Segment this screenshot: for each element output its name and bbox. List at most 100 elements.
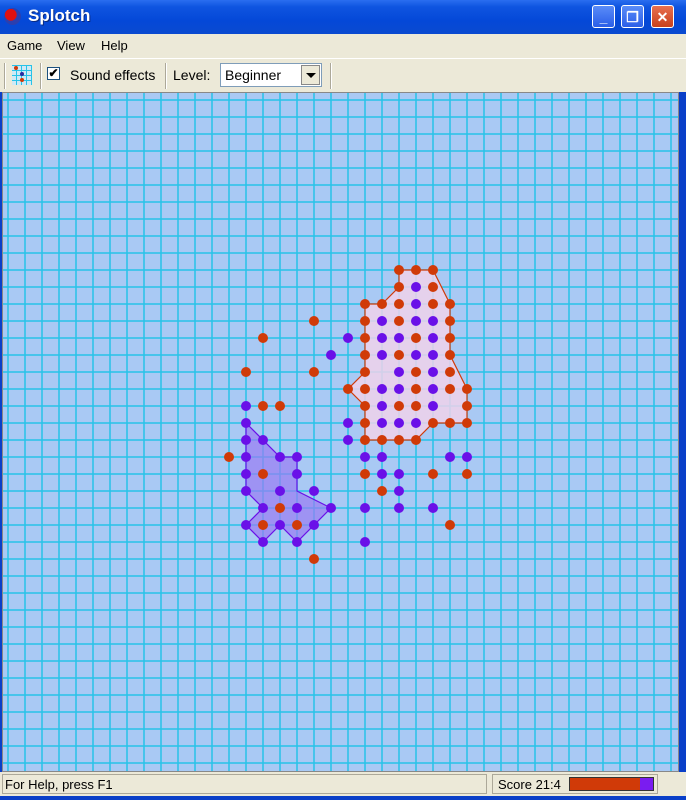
red-piece — [445, 520, 455, 530]
sound-effects-label[interactable]: Sound effects — [70, 67, 155, 83]
red-piece — [292, 520, 302, 530]
level-label: Level: — [173, 67, 211, 83]
red-piece — [258, 520, 268, 530]
purple-piece — [394, 486, 404, 496]
red-piece — [445, 418, 455, 428]
menu-help[interactable]: Help — [101, 38, 128, 53]
red-piece — [411, 435, 421, 445]
red-piece — [224, 452, 234, 462]
sound-effects-checkbox[interactable]: ✔ — [47, 67, 60, 80]
purple-piece — [411, 350, 421, 360]
red-piece — [394, 435, 404, 445]
purple-piece — [292, 503, 302, 513]
red-piece — [377, 486, 387, 496]
purple-piece — [326, 350, 336, 360]
title-bar[interactable]: Splotch _ ❐ ✕ — [0, 0, 686, 34]
purple-piece — [394, 503, 404, 513]
red-piece — [411, 265, 421, 275]
purple-piece — [428, 384, 438, 394]
grid-icon[interactable] — [12, 65, 32, 85]
purple-piece — [360, 503, 370, 513]
purple-piece — [241, 435, 251, 445]
purple-piece — [377, 316, 387, 326]
red-piece — [411, 384, 421, 394]
red-piece — [411, 367, 421, 377]
purple-piece — [445, 452, 455, 462]
status-score-panel: Score 21:4 — [492, 774, 658, 794]
window-frame — [679, 92, 686, 772]
purple-piece — [411, 282, 421, 292]
red-piece — [377, 299, 387, 309]
level-select[interactable]: Beginner — [220, 63, 322, 87]
minimize-button[interactable]: _ — [592, 5, 615, 28]
red-piece — [309, 316, 319, 326]
level-select-value: Beginner — [225, 67, 282, 83]
window-title: Splotch — [28, 6, 91, 25]
purple-piece — [360, 537, 370, 547]
red-piece — [445, 350, 455, 360]
purple-piece — [258, 435, 268, 445]
toolbar-separator — [165, 63, 167, 89]
purple-piece — [292, 469, 302, 479]
menu-view[interactable]: View — [57, 38, 85, 53]
purple-piece — [428, 350, 438, 360]
menu-game[interactable]: Game — [7, 38, 42, 53]
purple-piece — [309, 486, 319, 496]
red-piece — [394, 265, 404, 275]
purple-piece — [377, 452, 387, 462]
red-piece — [428, 299, 438, 309]
red-piece — [445, 316, 455, 326]
game-board[interactable] — [2, 92, 679, 772]
red-piece — [360, 299, 370, 309]
purple-piece — [343, 418, 353, 428]
toolbar-separator — [40, 63, 42, 89]
red-piece — [445, 384, 455, 394]
red-piece — [360, 367, 370, 377]
board-canvas[interactable] — [3, 93, 679, 772]
red-piece — [360, 469, 370, 479]
purple-piece — [428, 316, 438, 326]
red-piece — [275, 503, 285, 513]
red-piece — [360, 350, 370, 360]
purple-piece — [428, 333, 438, 343]
restore-button[interactable]: ❐ — [621, 5, 644, 28]
red-piece — [462, 469, 472, 479]
red-piece — [360, 316, 370, 326]
purple-piece — [377, 401, 387, 411]
purple-piece — [428, 503, 438, 513]
purple-piece — [428, 401, 438, 411]
purple-piece — [258, 503, 268, 513]
red-piece — [360, 333, 370, 343]
window-frame — [0, 796, 686, 800]
score-bar-red-fill — [570, 778, 640, 790]
purple-piece — [275, 520, 285, 530]
red-piece — [258, 333, 268, 343]
red-piece — [394, 350, 404, 360]
red-piece — [445, 299, 455, 309]
purple-piece — [428, 367, 438, 377]
purple-piece — [241, 469, 251, 479]
purple-piece — [394, 367, 404, 377]
grid-icon-dot — [14, 66, 18, 70]
red-piece — [462, 401, 472, 411]
red-piece — [394, 401, 404, 411]
red-piece — [428, 418, 438, 428]
purple-piece — [411, 418, 421, 428]
purple-piece — [309, 520, 319, 530]
red-piece — [360, 401, 370, 411]
purple-piece — [394, 418, 404, 428]
purple-piece — [377, 469, 387, 479]
purple-piece — [275, 452, 285, 462]
red-piece — [428, 265, 438, 275]
red-piece — [411, 401, 421, 411]
splotch-app-icon[interactable] — [4, 8, 21, 25]
close-button[interactable]: ✕ — [651, 5, 674, 28]
purple-piece — [411, 299, 421, 309]
score-text: Score 21:4 — [498, 777, 561, 792]
grid-icon-dot — [20, 78, 24, 82]
purple-piece — [258, 537, 268, 547]
purple-piece — [377, 384, 387, 394]
purple-piece — [377, 418, 387, 428]
status-bar: For Help, press F1 Score 21:4 — [0, 772, 686, 796]
chevron-down-icon[interactable] — [301, 65, 320, 85]
